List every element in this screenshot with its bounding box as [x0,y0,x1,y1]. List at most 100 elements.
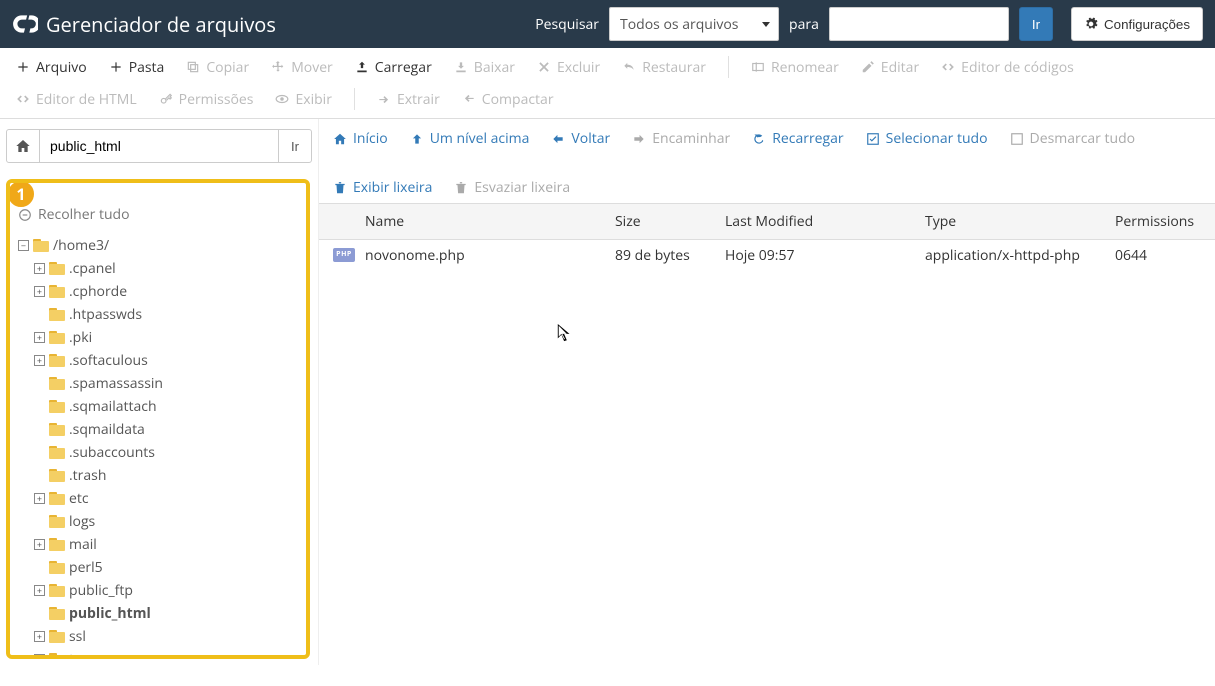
folder-icon [49,446,65,459]
col-size[interactable]: Size [605,204,715,240]
expander-blank [34,309,45,320]
tree-item-label: .cpanel [69,259,116,278]
toolbar-label: Restaurar [642,58,706,77]
toolbar-pasta-button[interactable]: Pasta [109,58,165,77]
trash-icon [333,181,347,195]
toolbar-label: Excluir [557,58,600,77]
expander-icon[interactable]: + [34,263,45,274]
select-all-button[interactable]: Selecionar tudo [866,129,988,148]
toolbar-mover-button: Mover [271,58,333,77]
tree-item-label: .subaccounts [69,443,155,462]
home-button[interactable] [6,129,40,163]
path-go-button[interactable]: Ir [278,129,312,163]
folder-tree: − /home3/ + .cpanel + .cphorde .htpasswds + .p… [16,234,300,659]
tree-item-label: .cphorde [69,282,127,301]
main-toolbar: Arquivo Pasta Copiar Mover Carregar Baixar Exc… [0,48,1215,119]
cpanel-logo-icon [12,11,38,37]
tree-item-tmp[interactable]: +tmp [34,648,300,659]
tree-item-mail[interactable]: +mail [34,533,300,556]
code-icon [941,60,955,74]
path-input[interactable] [40,129,278,163]
reload-button[interactable]: Recarregar [752,129,843,148]
tree-item-sqmaildata[interactable]: .sqmaildata [34,418,300,441]
col-type[interactable]: Type [915,204,1105,240]
extract-icon [377,92,391,106]
settings-button[interactable]: Configurações [1071,7,1203,41]
col-perms[interactable]: Permissions [1105,204,1215,240]
toolbar-editor-de-html-button: Editor de HTML [16,90,137,109]
tree-item-cphorde[interactable]: + .cphorde [34,280,300,303]
cell-perms: 0644 [1105,240,1215,272]
folder-icon [49,423,65,436]
tree-item-etc[interactable]: +etc [34,487,300,510]
col-name[interactable]: Name [319,204,605,240]
toolbar-editar-button: Editar [861,58,919,77]
expander-icon[interactable]: + [34,631,45,642]
upload-icon [355,60,369,74]
table-row[interactable]: PHPnovonome.php89 de bytesHoje 09:57appl… [319,240,1215,272]
col-modified[interactable]: Last Modified [715,204,915,240]
folder-icon [49,354,65,367]
show-trash-button[interactable]: Exibir lixeira [333,178,432,197]
tree-item-pki[interactable]: + .pki [34,326,300,349]
toolbar-label: Mover [291,58,333,77]
search-scope-select[interactable]: Todos os arquivos [609,7,779,41]
settings-label: Configurações [1104,17,1190,32]
expander-icon[interactable]: + [34,654,45,659]
toolbar-compactar-button: Compactar [462,90,554,109]
check-square-icon [866,132,880,146]
tree-item-publichtml[interactable]: public_html [34,602,300,625]
tree-item-perl5[interactable]: perl5 [34,556,300,579]
folder-icon [49,377,65,390]
toolbar-copiar-button: Copiar [186,58,249,77]
folder-icon [49,331,65,344]
collapse-icon [18,208,32,222]
expander-icon[interactable]: + [34,355,45,366]
code-icon [16,92,30,106]
tree-item-softaculous[interactable]: + .softaculous [34,349,300,372]
tree-item-label: public_html [69,604,151,623]
nav-home-button[interactable]: Início [333,129,388,148]
tree-item-subaccounts[interactable]: .subaccounts [34,441,300,464]
expander-icon[interactable]: + [34,493,45,504]
toolbar-arquivo-button[interactable]: Arquivo [16,58,87,77]
toolbar-label: Editor de HTML [36,90,137,109]
expander-icon[interactable]: + [34,332,45,343]
expander-icon[interactable]: + [34,585,45,596]
expander-icon[interactable]: + [34,286,45,297]
search-go-button[interactable]: Ir [1019,7,1053,41]
search-input[interactable] [829,7,1009,41]
tree-item-trash[interactable]: .trash [34,464,300,487]
move-icon [271,60,285,74]
key-icon [159,92,173,106]
nav-back-button[interactable]: Voltar [551,129,610,148]
tree-item-cpanel[interactable]: + .cpanel [34,257,300,280]
rename-icon [751,60,765,74]
tree-item-ssl[interactable]: +ssl [34,625,300,648]
folder-icon [49,400,65,413]
tree-root[interactable]: − /home3/ [18,234,300,257]
header-search: Pesquisar Todos os arquivos para Ir Conf… [535,7,1203,41]
tree-item-sqmailattach[interactable]: .sqmailattach [34,395,300,418]
toolbar-extrair-button: Extrair [377,90,440,109]
collapse-all-button[interactable]: Recolher tudo [16,201,300,234]
expander-icon[interactable]: − [18,240,29,251]
tree-item-logs[interactable]: logs [34,510,300,533]
toolbar-carregar-button[interactable]: Carregar [355,58,432,77]
toolbar-label: Editar [881,58,919,77]
cell-name: novonome.php [365,246,465,265]
toolbar-label: Baixar [474,58,515,77]
tree-item-publicftp[interactable]: +public_ftp [34,579,300,602]
tree-item-spamassassin[interactable]: .spamassassin [34,372,300,395]
tree-item-label: .pki [69,328,92,347]
nav-up-button[interactable]: Um nível acima [410,129,530,148]
arrow-right-icon [632,132,646,146]
tree-item-label: .softaculous [69,351,148,370]
expander-blank [34,608,45,619]
toolbar-renomear-button: Renomear [751,58,839,77]
trash-icon [454,181,468,195]
folder-icon [49,492,65,505]
expander-icon[interactable]: + [34,539,45,550]
toolbar-restaurar-button: Restaurar [622,58,706,77]
tree-item-htpasswds[interactable]: .htpasswds [34,303,300,326]
